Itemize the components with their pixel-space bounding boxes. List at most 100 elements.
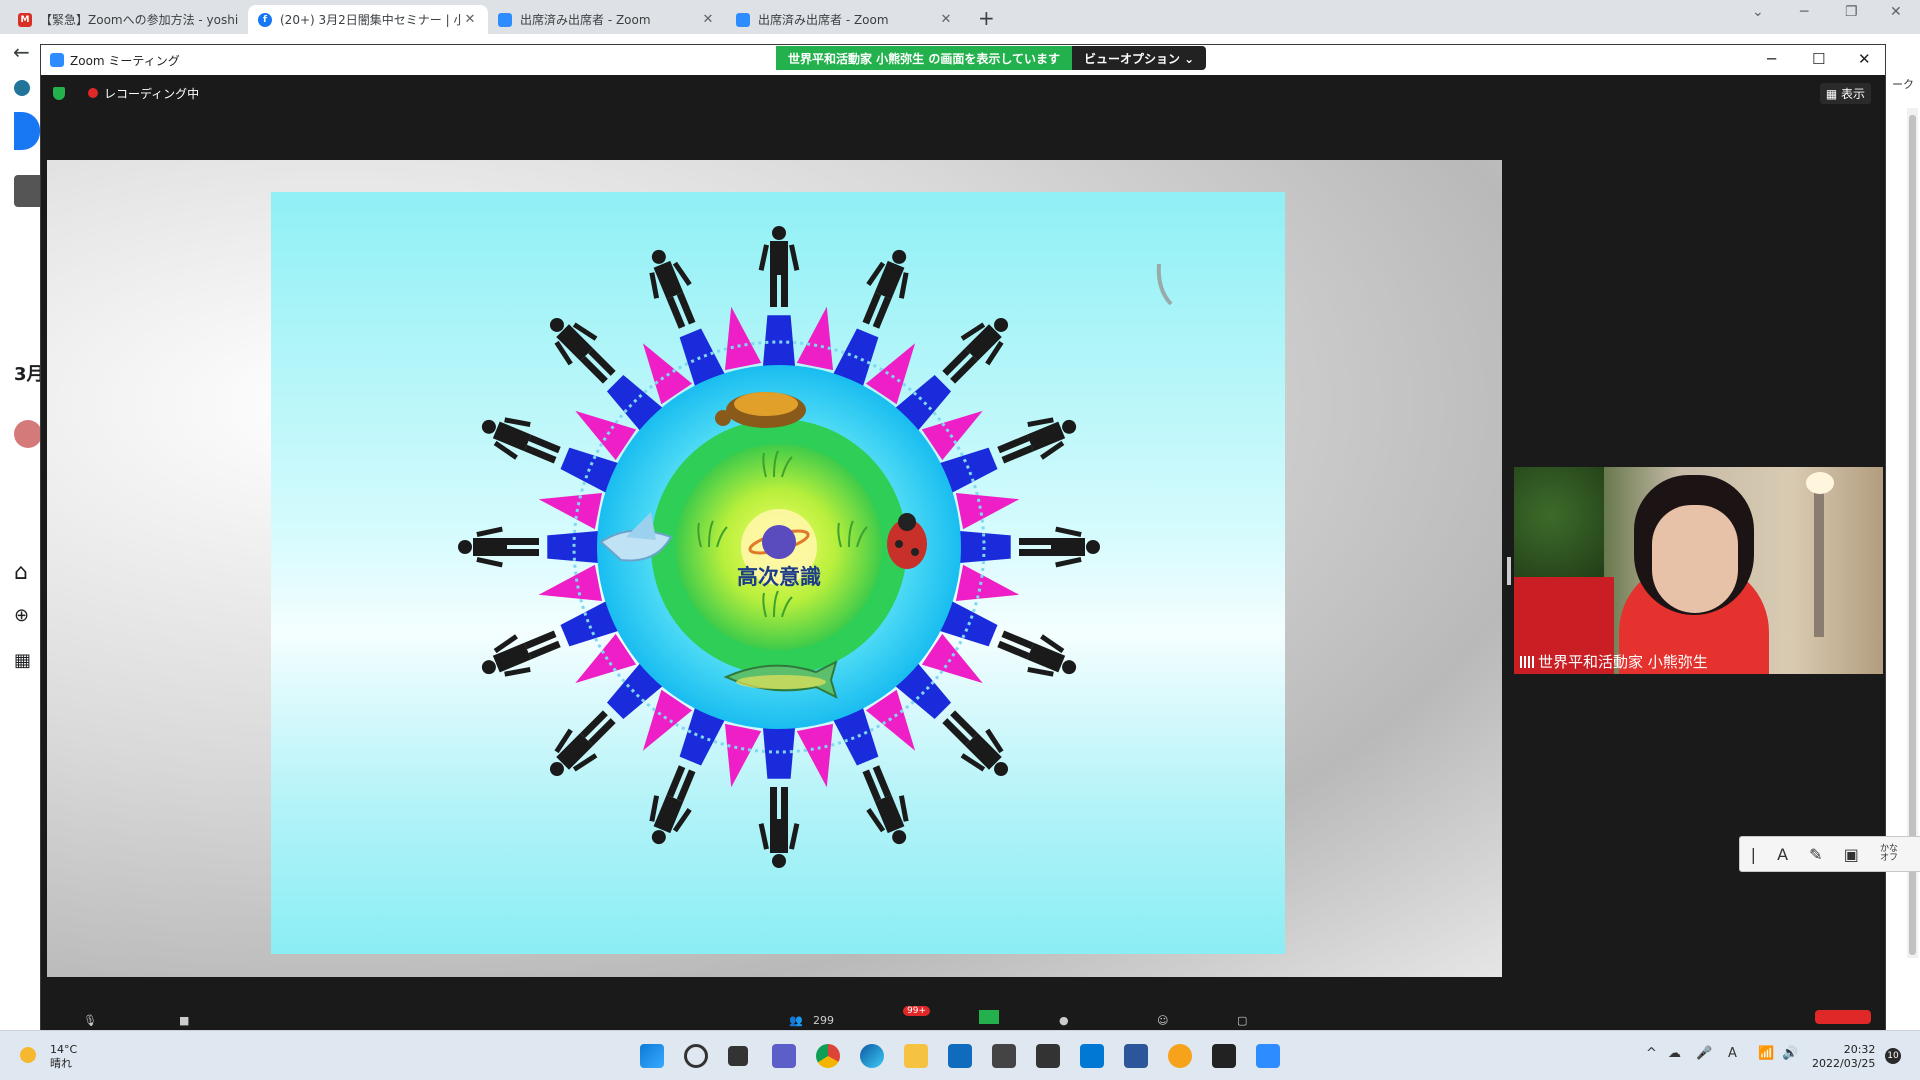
app-icon[interactable] bbox=[1036, 1044, 1060, 1068]
home-icon[interactable]: ⌂ bbox=[14, 560, 28, 585]
notification-badge[interactable]: 10 bbox=[1885, 1048, 1901, 1064]
ime-mode-icon[interactable]: A bbox=[1777, 845, 1788, 864]
tray-overflow-icon[interactable]: ^ bbox=[1646, 1046, 1657, 1061]
chrome-icon[interactable] bbox=[816, 1044, 840, 1068]
signal-bars-icon bbox=[1520, 655, 1534, 668]
mail-icon[interactable] bbox=[1080, 1044, 1104, 1068]
ring-spike bbox=[955, 564, 1020, 602]
tab-facebook[interactable]: f (20+) 3月2日闇集中セミナー | 小熊 ✕ bbox=[248, 5, 488, 34]
participants-count[interactable]: 299 bbox=[813, 1014, 834, 1027]
file-explorer-icon[interactable] bbox=[904, 1044, 928, 1068]
close-tab-icon[interactable]: ✕ bbox=[462, 12, 478, 27]
ring-spike bbox=[538, 492, 603, 530]
avatar[interactable] bbox=[14, 420, 42, 448]
minimize-icon[interactable]: ─ bbox=[1767, 50, 1776, 68]
view-button[interactable]: ▦ 表示 bbox=[1819, 83, 1871, 104]
splitter-handle[interactable] bbox=[1507, 557, 1511, 585]
person-figure-icon bbox=[942, 317, 1009, 384]
edge-icon[interactable] bbox=[860, 1044, 884, 1068]
teams-chat-icon[interactable] bbox=[772, 1044, 796, 1068]
task-view-icon[interactable] bbox=[728, 1046, 748, 1066]
ring-spike bbox=[538, 564, 603, 602]
zoom-taskbar-icon[interactable] bbox=[1256, 1044, 1280, 1068]
restore-icon[interactable]: ❐ bbox=[1845, 4, 1858, 20]
snipping-icon[interactable] bbox=[992, 1044, 1016, 1068]
participants-icon[interactable]: 👥 bbox=[789, 1014, 803, 1027]
start-icon[interactable] bbox=[640, 1044, 664, 1068]
scrollbar-thumb[interactable] bbox=[1909, 115, 1916, 955]
person-figure-icon bbox=[862, 249, 909, 329]
browser-tab-strip: M 【緊急】Zoomへの参加方法 - yoshi f (20+) 3月2日闇集中… bbox=[0, 0, 1920, 34]
tab-search-icon[interactable]: ⌄ bbox=[1752, 4, 1764, 20]
ime-handle-icon[interactable]: | bbox=[1751, 845, 1756, 864]
person-figure-icon bbox=[997, 417, 1077, 464]
wifi-icon[interactable]: 📶 bbox=[1758, 1046, 1774, 1061]
recording-dot-icon bbox=[88, 88, 98, 98]
person-figure-icon bbox=[997, 630, 1077, 677]
tab-title: 【緊急】Zoomへの参加方法 - yoshi bbox=[40, 13, 238, 27]
tab-gmail[interactable]: M 【緊急】Zoomへの参加方法 - yoshi bbox=[8, 5, 248, 34]
ring-spike bbox=[796, 723, 834, 788]
person-figure-icon bbox=[758, 226, 800, 307]
weather-sun-icon bbox=[20, 1047, 36, 1063]
close-tab-icon[interactable]: ✕ bbox=[938, 12, 954, 27]
slide-graphic: 高次意識 bbox=[458, 226, 1173, 868]
security-shield-icon[interactable] bbox=[53, 87, 65, 100]
clock-date: 2022/03/25 bbox=[1812, 1057, 1876, 1070]
back-arrow-icon[interactable]: ← bbox=[13, 40, 30, 64]
tab-title: 出席済み出席者 - Zoom bbox=[520, 13, 651, 27]
microphone-icon[interactable]: 🎤 bbox=[1696, 1046, 1712, 1061]
add-icon[interactable]: ⊕ bbox=[14, 605, 29, 626]
participant-video[interactable]: 世界平和活動家 小熊弥生 bbox=[1514, 467, 1883, 674]
person-figure-icon bbox=[942, 710, 1009, 777]
chat-badge: 99+ bbox=[903, 1006, 930, 1016]
ime-pad-icon[interactable]: ✎ bbox=[1809, 845, 1822, 864]
view-options-button[interactable]: ビューオプション ⌄ bbox=[1072, 46, 1207, 70]
person-figure-icon bbox=[1019, 526, 1100, 568]
grid-icon[interactable]: ▦ bbox=[14, 650, 31, 671]
tab-zoom-attendees-2[interactable]: 出席済み出席者 - Zoom ✕ bbox=[726, 5, 964, 34]
record-icon[interactable]: ● bbox=[1059, 1014, 1069, 1027]
reactions-icon[interactable]: ☺ bbox=[1157, 1014, 1168, 1027]
minimize-icon[interactable]: ─ bbox=[1800, 4, 1808, 20]
store-icon[interactable] bbox=[948, 1044, 972, 1068]
video-icon[interactable]: ■ bbox=[179, 1014, 189, 1027]
new-tab-button[interactable]: + bbox=[978, 6, 995, 30]
volume-icon[interactable]: 🔊 bbox=[1782, 1046, 1798, 1061]
wordpress-icon[interactable] bbox=[14, 80, 30, 96]
meeting-status-bar: レコーディング中 ▦ 表示 bbox=[41, 75, 1885, 109]
close-icon[interactable]: ✕ bbox=[1890, 4, 1902, 20]
close-tab-icon[interactable]: ✕ bbox=[700, 12, 716, 27]
zoom-icon bbox=[736, 12, 750, 27]
person-figure-icon bbox=[649, 765, 696, 845]
end-button[interactable] bbox=[1815, 1010, 1871, 1024]
notepad-icon[interactable] bbox=[1124, 1044, 1148, 1068]
ime-kana-toggle[interactable]: かな オフ bbox=[1880, 845, 1898, 863]
ring-spike bbox=[955, 492, 1020, 530]
window-title: Zoom ミーティング bbox=[70, 53, 180, 68]
ime-dictionary-icon[interactable]: ▣ bbox=[1844, 845, 1859, 864]
face bbox=[1652, 505, 1738, 613]
tab-zoom-attendees-1[interactable]: 出席済み出席者 - Zoom ✕ bbox=[488, 5, 726, 34]
app-dark-icon[interactable] bbox=[1212, 1044, 1236, 1068]
close-icon[interactable]: ✕ bbox=[1858, 50, 1871, 68]
slide-center-text: 高次意識 bbox=[737, 565, 821, 589]
onedrive-icon[interactable]: ☁ bbox=[1668, 1046, 1681, 1061]
search-icon[interactable] bbox=[684, 1044, 708, 1068]
plant bbox=[1514, 467, 1604, 587]
bookmark-fragment: ーク bbox=[1892, 78, 1914, 91]
person-figure-icon bbox=[481, 417, 561, 464]
maximize-icon[interactable]: ☐ bbox=[1812, 50, 1825, 68]
weather-widget[interactable]: 14°C 晴れ bbox=[20, 1043, 77, 1071]
clock[interactable]: 20:32 2022/03/25 bbox=[1812, 1043, 1875, 1071]
sharing-label: 世界平和活動家 小熊弥生 の画面を表示しています bbox=[776, 46, 1072, 70]
share-screen-icon[interactable] bbox=[979, 1010, 999, 1024]
apps-icon[interactable]: ▢ bbox=[1237, 1014, 1247, 1027]
app-orange-icon[interactable] bbox=[1168, 1044, 1192, 1068]
person-figure-icon bbox=[458, 526, 539, 568]
mute-icon[interactable]: 🎙 bbox=[83, 1014, 97, 1027]
ime-indicator-icon[interactable]: A bbox=[1728, 1046, 1737, 1061]
person-figure-icon bbox=[758, 787, 800, 868]
weather-temp: 14°C bbox=[50, 1043, 78, 1056]
zoom-meeting-window: Zoom ミーティング 世界平和活動家 小熊弥生 の画面を表示しています ビュー… bbox=[40, 44, 1920, 1031]
